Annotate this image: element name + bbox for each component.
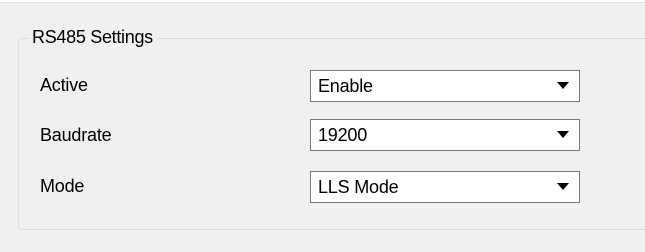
baudrate-label: Baudrate <box>40 125 112 145</box>
baudrate-combobox-value: 19200 <box>318 125 368 145</box>
active-combobox-value: Enable <box>318 76 373 96</box>
groupbox-title: RS485 Settings <box>28 26 157 48</box>
baudrate-combobox[interactable]: 19200 <box>310 119 580 151</box>
chevron-down-icon[interactable] <box>557 183 569 190</box>
chevron-down-icon[interactable] <box>557 82 569 89</box>
mode-combobox[interactable]: LLS Mode <box>310 171 580 203</box>
active-label: Active <box>40 75 88 95</box>
active-combobox[interactable]: Enable <box>310 70 580 102</box>
mode-combobox-value: LLS Mode <box>318 177 399 197</box>
top-divider-shadow <box>0 2 645 3</box>
chevron-down-icon[interactable] <box>557 131 569 138</box>
mode-label: Mode <box>40 176 85 196</box>
